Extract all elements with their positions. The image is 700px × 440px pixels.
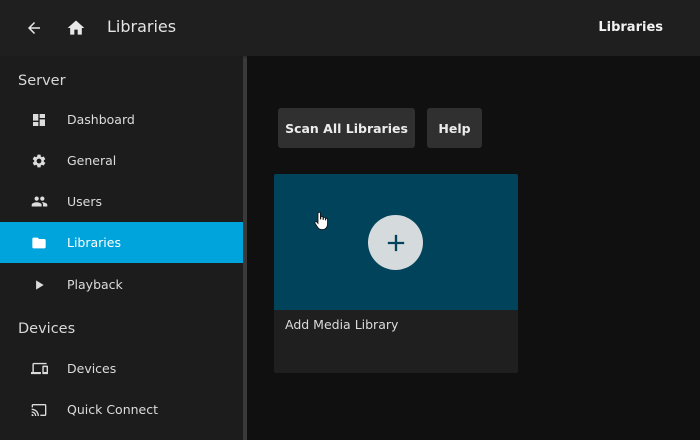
sidebar-item-users[interactable]: Users [0, 181, 243, 222]
top-bar: Libraries Libraries [0, 0, 700, 56]
add-library-button[interactable] [368, 215, 423, 270]
sidebar-item-label: Dashboard [67, 112, 135, 127]
sidebar-item-label: Libraries [67, 235, 121, 250]
home-button[interactable] [64, 16, 88, 40]
sidebar-item-dashboard[interactable]: Dashboard [0, 99, 243, 140]
main-content: Scan All Libraries Help Add Media Librar… [247, 56, 700, 440]
devices-icon [30, 360, 48, 378]
add-media-library-card[interactable]: Add Media Library [274, 174, 518, 373]
card-label: Add Media Library [285, 317, 399, 332]
sidebar-item-label: Devices [67, 361, 117, 376]
sidebar-item-label: Users [67, 194, 103, 209]
plus-icon [387, 234, 404, 251]
sidebar: Server Dashboard General Users Libraries… [0, 56, 243, 440]
people-icon [30, 193, 48, 211]
help-button[interactable]: Help [427, 108, 482, 148]
section-header-devices: Devices [18, 321, 76, 337]
mouse-cursor-icon [314, 212, 328, 230]
sidebar-item-playback[interactable]: Playback [0, 264, 243, 305]
gear-icon [30, 152, 48, 170]
sidebar-item-devices[interactable]: Devices [0, 348, 243, 389]
sidebar-item-label: Quick Connect [67, 402, 159, 417]
dashboard-icon [30, 111, 48, 129]
sidebar-item-label: General [67, 153, 117, 168]
arrow-left-icon [28, 22, 40, 34]
home-icon [67, 20, 85, 35]
sidebar-item-general[interactable]: General [0, 140, 243, 181]
page-title: Libraries [107, 17, 177, 36]
play-icon [30, 276, 48, 294]
cast-icon [30, 401, 48, 419]
sidebar-item-quick-connect[interactable]: Quick Connect [0, 389, 243, 430]
folder-icon [30, 234, 48, 252]
sidebar-item-libraries[interactable]: Libraries [0, 222, 243, 263]
scan-all-libraries-button[interactable]: Scan All Libraries [278, 108, 415, 148]
header-right-title: Libraries [598, 20, 663, 35]
sidebar-item-label: Playback [67, 277, 123, 292]
section-header-server: Server [18, 73, 66, 89]
back-button[interactable] [22, 16, 46, 40]
card-image [274, 174, 518, 310]
